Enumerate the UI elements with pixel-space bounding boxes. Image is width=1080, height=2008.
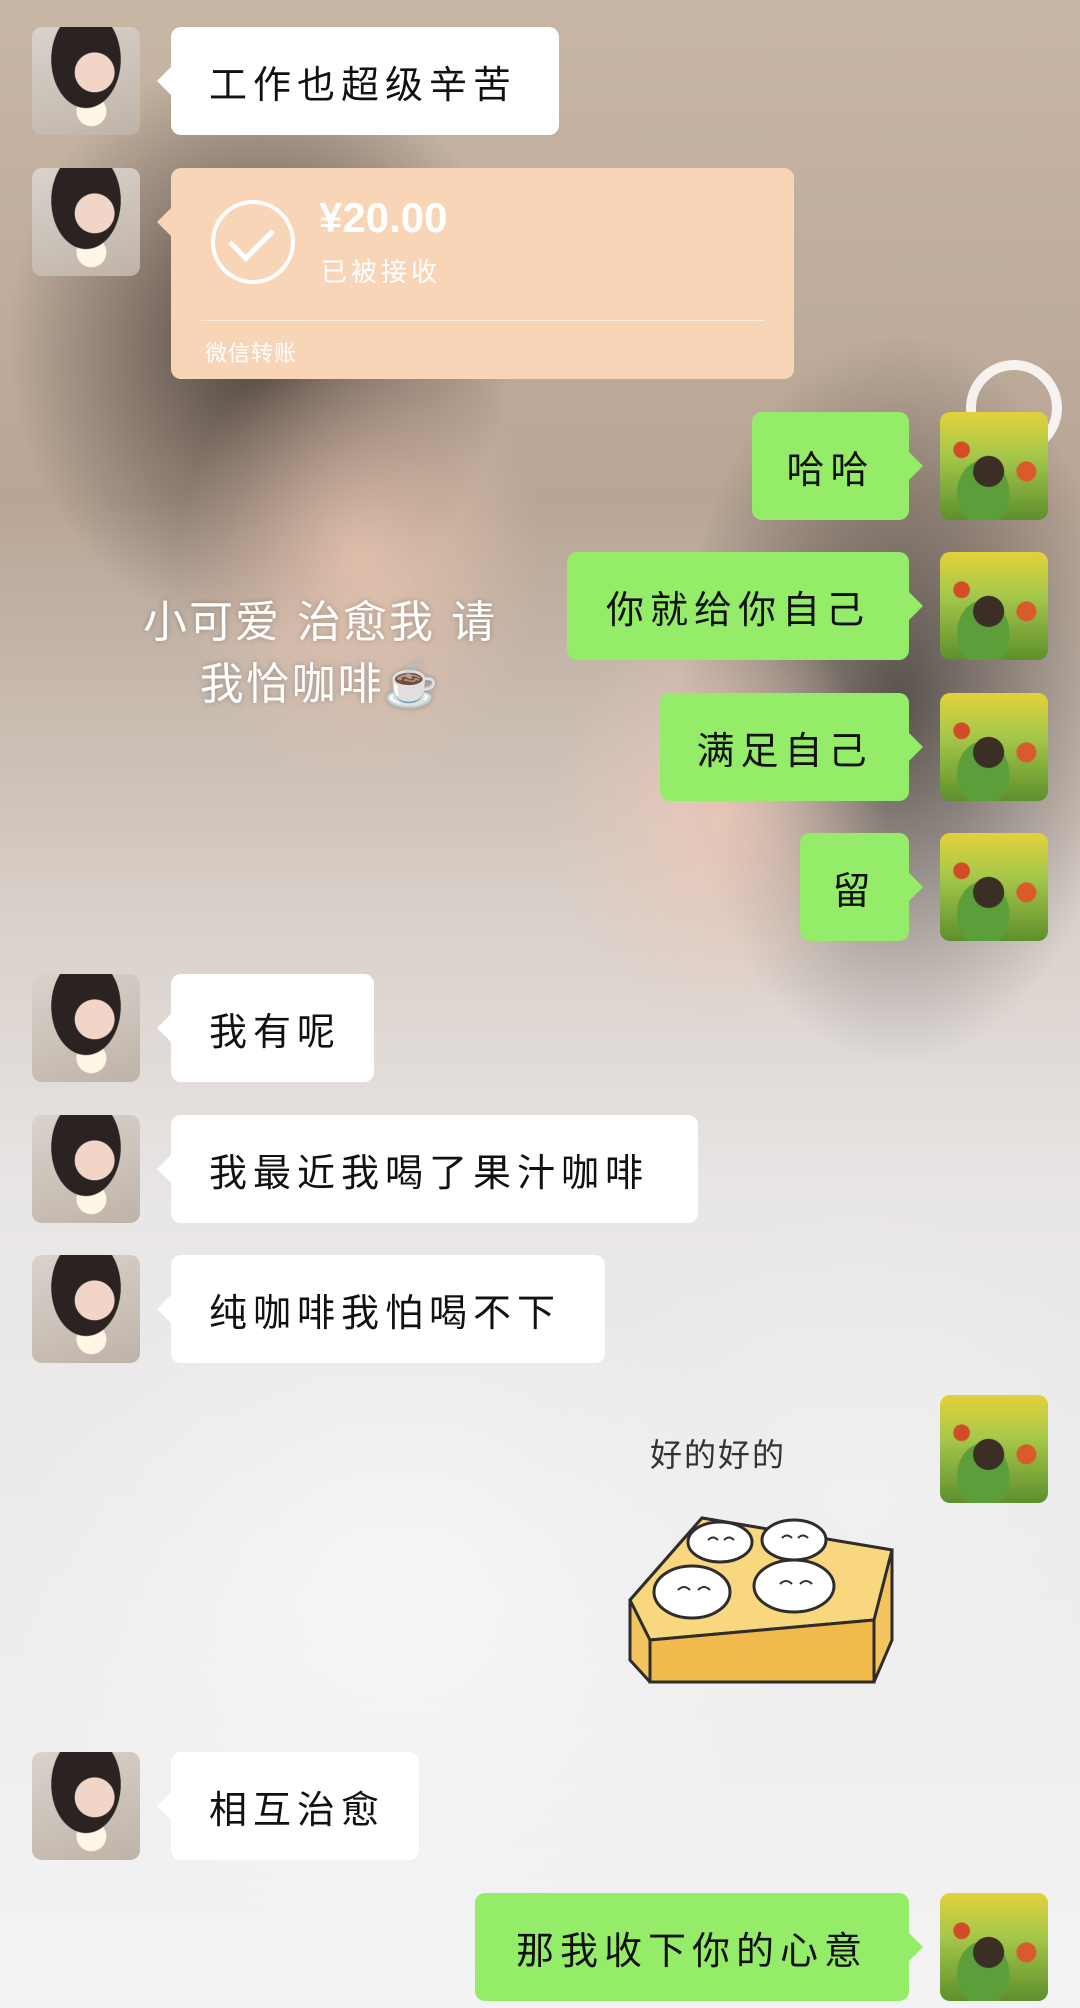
message-text: 那我收下你的心意: [515, 1928, 868, 1973]
sticker-message[interactable]: 好的好的: [612, 1430, 902, 1690]
contact-avatar[interactable]: [32, 1255, 140, 1363]
message-text: 我最近我喝了果汁咖啡: [209, 1150, 650, 1195]
message-text: 纯咖啡我怕喝不下: [209, 1290, 562, 1335]
contact-avatar[interactable]: [32, 1115, 140, 1223]
transfer-card[interactable]: ¥20.00 已被接收 微信转账: [157, 168, 794, 379]
message-bubble-incoming[interactable]: 我有呢: [157, 974, 374, 1082]
my-avatar[interactable]: [940, 1893, 1048, 2001]
message-bubble-incoming[interactable]: 我最近我喝了果汁咖啡: [157, 1115, 698, 1223]
message-text: 相互治愈: [209, 1787, 386, 1832]
dumpling-box-sticker: [628, 1516, 894, 1684]
check-circle-icon: [211, 200, 295, 284]
message-text: 我有呢: [209, 1009, 342, 1054]
transfer-divider: [201, 320, 764, 321]
message-text: 工作也超级辛苦: [209, 62, 518, 107]
contact-avatar[interactable]: [32, 27, 140, 135]
contact-avatar[interactable]: [32, 1752, 140, 1860]
message-text: 哈哈: [786, 447, 875, 492]
my-avatar[interactable]: [940, 833, 1048, 941]
my-avatar[interactable]: [940, 412, 1048, 520]
my-avatar[interactable]: [940, 693, 1048, 801]
background-overlay-text: 小可爱 治愈我 请 我恰咖啡☕: [143, 597, 497, 710]
message-bubble-outgoing[interactable]: 留: [800, 833, 923, 941]
contact-avatar[interactable]: [32, 168, 140, 276]
message-bubble-outgoing[interactable]: 那我收下你的心意: [475, 1893, 923, 2001]
message-text: 你就给你自己: [605, 587, 870, 632]
message-bubble-outgoing[interactable]: 哈哈: [752, 412, 923, 520]
message-text: 留: [832, 868, 877, 913]
my-avatar[interactable]: [940, 552, 1048, 660]
contact-avatar[interactable]: [32, 974, 140, 1082]
message-text: 满足自己: [696, 728, 873, 773]
message-bubble-incoming[interactable]: 纯咖啡我怕喝不下: [157, 1255, 605, 1363]
transfer-amount: ¥20.00: [319, 194, 448, 241]
transfer-status: 已被接收: [321, 258, 442, 288]
transfer-footer: 微信转账: [205, 342, 298, 367]
message-bubble-incoming[interactable]: 工作也超级辛苦: [157, 27, 559, 135]
message-bubble-outgoing[interactable]: 你就给你自己: [567, 552, 923, 660]
message-bubble-outgoing[interactable]: 满足自己: [660, 693, 923, 801]
message-bubble-incoming[interactable]: 相互治愈: [157, 1752, 419, 1860]
my-avatar[interactable]: [940, 1395, 1048, 1503]
